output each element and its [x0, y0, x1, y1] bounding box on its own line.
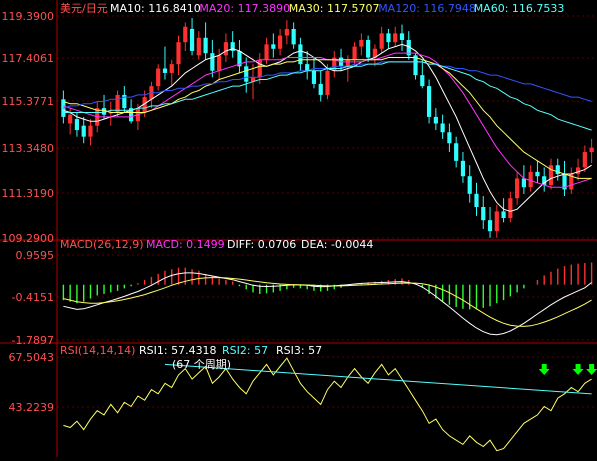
- candle-down: [460, 160, 466, 177]
- macd-tick-label: 0.9595: [16, 249, 55, 262]
- candle-down: [440, 123, 445, 133]
- candle-down: [74, 119, 80, 131]
- macd-title: MACD(26,12,9): [60, 238, 144, 251]
- candle-up: [277, 35, 283, 49]
- candle-up: [352, 46, 357, 60]
- ma-legend-item: MA10: 116.8410: [110, 2, 201, 15]
- candle-up: [68, 114, 73, 124]
- candle-down: [318, 83, 323, 95]
- candle-down: [189, 28, 195, 51]
- candle-down: [521, 178, 526, 188]
- candle-up: [575, 167, 581, 175]
- candle-up: [176, 42, 181, 65]
- candle-up: [156, 68, 161, 87]
- candle-down: [535, 171, 540, 177]
- candle-up: [359, 39, 364, 47]
- rsi-layer: [63, 357, 597, 452]
- candle-down: [481, 207, 486, 221]
- candle-down: [420, 75, 425, 87]
- candle-down: [210, 53, 215, 71]
- candle-up: [257, 59, 262, 78]
- candle-up: [379, 33, 384, 49]
- dea-value: DEA: -0.0044: [301, 238, 373, 251]
- candle-down: [291, 28, 296, 45]
- candle-down: [311, 70, 317, 84]
- candle-up: [264, 44, 269, 60]
- candle-down: [399, 33, 405, 40]
- candle-up: [582, 152, 587, 168]
- rsi3-value: RSI3: 57: [276, 344, 322, 357]
- candle-down: [501, 211, 506, 218]
- candle-up: [183, 26, 188, 43]
- candle-up: [284, 28, 289, 36]
- ma-legend-item: MA30: 117.5707: [289, 2, 380, 15]
- candle-down: [101, 108, 107, 115]
- ma-legend-item: MA60: 116.7533: [474, 2, 565, 15]
- candle-down: [386, 33, 391, 43]
- rsi-tick-label: 67.5043: [9, 351, 55, 364]
- candle-down: [467, 176, 472, 194]
- rsi-title: RSI(14,14,14): [60, 344, 135, 357]
- chart-svg: 119.3900 117.4061 115.3771 113.3480 111.3190…: [0, 0, 597, 457]
- price-tick-label: 113.3480: [2, 142, 55, 155]
- period-annotation: (67 个周期): [172, 358, 231, 371]
- ma-legend-item: MA20: 117.3890: [199, 2, 290, 15]
- down-arrow-icon: [572, 364, 584, 375]
- candle-up: [196, 37, 201, 56]
- price-tick-label: 115.3771: [2, 95, 55, 108]
- price-tick-label: 111.3190: [2, 187, 55, 200]
- candle-up: [393, 33, 398, 43]
- symbol-label: 美元/日元: [60, 2, 108, 15]
- candle-down: [487, 220, 493, 232]
- diff-value: DIFF: 0.0706: [227, 238, 296, 251]
- candle-up: [325, 70, 330, 95]
- candle-down: [298, 44, 303, 65]
- candle-down: [474, 193, 479, 208]
- macd-layer: [62, 262, 593, 336]
- candle-down: [433, 116, 438, 124]
- rsi1-value: RSI1: 57.4318: [139, 344, 217, 357]
- macd-value: MACD: 0.1499: [146, 238, 225, 251]
- candle-down: [81, 125, 86, 137]
- candle-down: [203, 37, 208, 54]
- rsi-line: [63, 357, 592, 452]
- rsi-tick-label: 43.2239: [9, 401, 55, 414]
- candle-up: [589, 147, 594, 153]
- axis-layer: 119.3900 117.4061 115.3771 113.3480 111.3190…: [2, 10, 55, 414]
- candle-down: [454, 143, 459, 161]
- candle-up: [217, 55, 222, 71]
- candle-down: [426, 86, 432, 117]
- candle-down: [271, 44, 276, 49]
- price-tick-label: 109.2900: [2, 232, 55, 245]
- candle-down: [366, 39, 371, 58]
- candle-up: [528, 171, 533, 188]
- macd-tick-label: -1.7897: [12, 334, 54, 347]
- candle-up: [515, 178, 520, 199]
- stock-chart: 119.3900 117.4061 115.3771 113.3480 111.3190…: [0, 0, 597, 457]
- price-tick-label: 117.4061: [2, 52, 55, 65]
- ma-legend-item: MA120: 116.7948: [378, 2, 476, 15]
- rsi2-value: RSI2: 57: [222, 344, 268, 357]
- down-arrow-icon: [538, 364, 550, 375]
- candle-up: [223, 42, 229, 56]
- macd-tick-label: -0.4151: [12, 291, 54, 304]
- candle-layer: [61, 17, 594, 238]
- candle-up: [88, 125, 93, 137]
- ma-legend: MA10: 116.8410MA20: 117.3890MA30: 117.57…: [110, 2, 564, 15]
- candle-up: [169, 64, 174, 73]
- candle-down: [162, 68, 168, 73]
- price-tick-label: 119.3900: [2, 10, 55, 23]
- down-arrow-icon: [586, 364, 597, 375]
- candle-up: [508, 198, 513, 218]
- candle-up: [494, 211, 499, 232]
- candle-down: [244, 66, 249, 82]
- candle-down: [447, 132, 452, 144]
